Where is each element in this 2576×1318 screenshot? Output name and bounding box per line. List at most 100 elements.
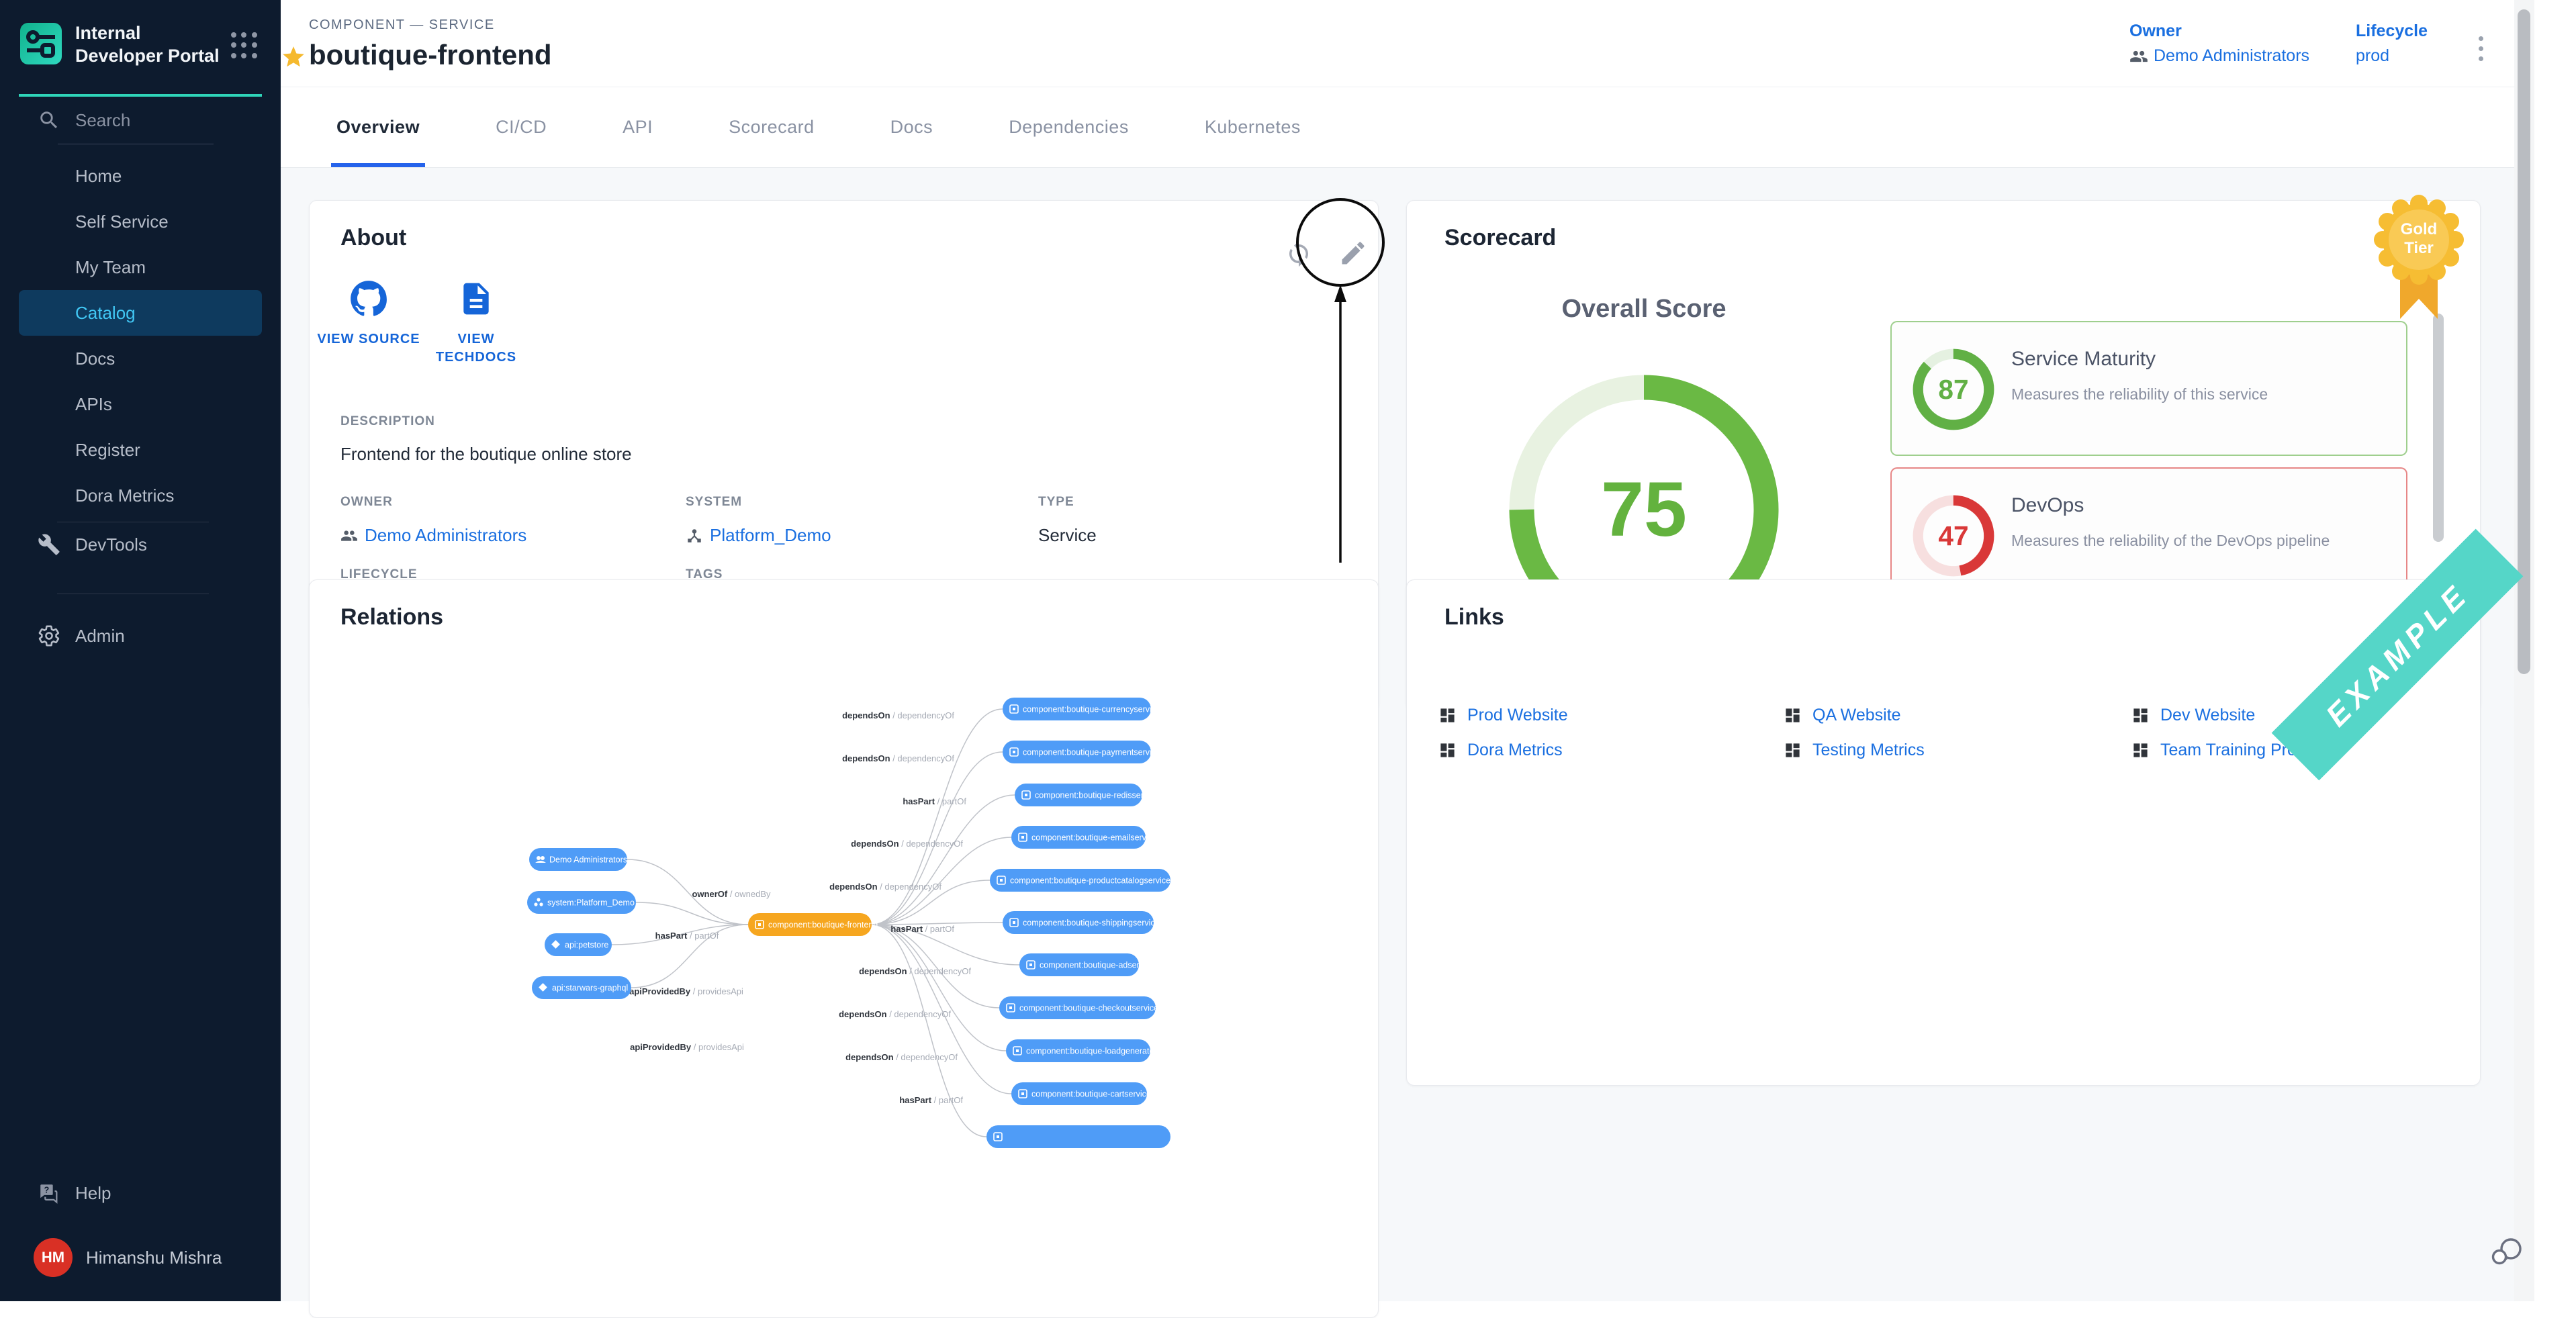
graph-node-component-boutique-checkoutservice[interactable]: component:boutique-checkoutservice: [999, 996, 1158, 1019]
graph-node-component-boutique-productcatalogservice[interactable]: component:boutique-productcatalogservice: [990, 869, 1170, 892]
brand-name: Internal Developer Portal: [75, 21, 230, 67]
graph-node-label: component:boutique-frontend: [768, 921, 878, 930]
edit-pencil-icon[interactable]: [1338, 238, 1368, 268]
owner-field-link[interactable]: Demo Administrators: [340, 525, 526, 546]
search-placeholder: Search: [75, 110, 130, 131]
tab-kubernetes[interactable]: Kubernetes: [1205, 87, 1301, 167]
view-source-button[interactable]: VIEW SOURCE: [315, 280, 422, 348]
metric-tile-service-maturity[interactable]: 87Service MaturityMeasures the reliabili…: [1890, 321, 2407, 456]
tab-docs[interactable]: Docs: [890, 87, 933, 167]
description-label: DESCRIPTION: [340, 414, 435, 429]
graph-node-component-boutique-cartservice[interactable]: component:boutique-cartservice: [1011, 1082, 1151, 1105]
sidebar-item-my-team[interactable]: My Team: [19, 244, 262, 290]
sidebar-item-catalog[interactable]: Catalog: [19, 290, 262, 336]
link-dora-metrics[interactable]: Dora Metrics: [1438, 733, 1784, 767]
edge-label: ownerOf / ownedBy: [692, 889, 771, 899]
brand-row: Internal Developer Portal: [20, 20, 262, 74]
favorite-star-icon[interactable]: [281, 44, 306, 70]
graph-node-label: api:starwars-graphql: [552, 984, 628, 993]
graph-node-component-boutique-emailservice[interactable]: component:boutique-emailservice: [1011, 826, 1157, 849]
sidebar-item-docs[interactable]: Docs: [19, 336, 262, 381]
view-techdocs-label: VIEW TECHDOCS: [422, 330, 530, 367]
dashboard-icon: [1784, 706, 1802, 724]
more-options-kebab-icon[interactable]: [2467, 30, 2494, 67]
graph-node[interactable]: [986, 1125, 1170, 1148]
edge-label: apiProvidedBy / providesApi: [630, 1042, 744, 1052]
sidebar-item-admin[interactable]: Admin: [19, 616, 262, 655]
graph-node-component-boutique-adservice[interactable]: component:boutique-adservice: [1019, 953, 1154, 976]
graph-node-label: component:boutique-checkoutservice: [1019, 1004, 1158, 1013]
system-field-label: SYSTEM: [686, 495, 742, 510]
edge-label: hasPart / partOf: [899, 1095, 963, 1105]
link-prod-website[interactable]: Prod Website: [1438, 698, 1784, 733]
graph-node-label: component:boutique-loadgenerator: [1026, 1047, 1157, 1056]
graph-node-component-boutique-paymentservice[interactable]: component:boutique-paymentservice: [1003, 741, 1160, 763]
tab-dependencies[interactable]: Dependencies: [1009, 87, 1129, 167]
view-techdocs-button[interactable]: VIEW TECHDOCS: [422, 280, 530, 367]
group-icon: [2129, 47, 2148, 66]
graph-node-label: component:boutique-redisservice: [1035, 791, 1158, 800]
page-title: boutique-frontend: [309, 39, 552, 71]
graph-node-api-petstore[interactable]: api:petstore: [545, 933, 612, 956]
refresh-icon[interactable]: [1285, 240, 1313, 268]
dashboard-icon: [1438, 741, 1457, 759]
portal-logo-glyph: [20, 23, 62, 64]
vertical-scrollbar-thumb[interactable]: [2433, 314, 2444, 542]
graph-node-api-starwars-graphql[interactable]: api:starwars-graphql: [532, 976, 631, 999]
sidebar-item-label: Admin: [75, 626, 125, 647]
github-icon: [350, 280, 387, 318]
owner-value: Demo Administrators: [2154, 46, 2309, 66]
dashboard-icon: [2131, 741, 2150, 759]
sidebar-item-home[interactable]: Home: [19, 153, 262, 199]
sidebar-item-register[interactable]: Register: [19, 427, 262, 473]
header-lifecycle: Lifecycle prod: [2356, 21, 2428, 66]
edge-label: dependsOn / dependencyOf: [859, 966, 971, 976]
edge-label: dependsOn / dependencyOf: [839, 1009, 951, 1019]
graph-node-component-boutique-loadgenerator[interactable]: component:boutique-loadgenerator: [1006, 1039, 1157, 1062]
edge-label: hasPart / partOf: [655, 931, 719, 941]
sidebar-item-apis[interactable]: APIs: [19, 381, 262, 427]
sidebar-item-devtools[interactable]: DevTools: [19, 525, 262, 564]
owner-field-label: OWNER: [340, 495, 393, 510]
graph-node-label: system:Platform_Demo: [547, 898, 635, 908]
sidebar-item-self-service[interactable]: Self Service: [19, 199, 262, 244]
system-field-value: Platform_Demo: [710, 525, 831, 546]
tab-overview[interactable]: Overview: [336, 87, 420, 167]
apps-grid-icon[interactable]: [231, 32, 258, 59]
user-menu[interactable]: HM Himanshu Mishra: [19, 1234, 262, 1281]
tab-ci-cd[interactable]: CI/CD: [496, 87, 547, 167]
metric-name: DevOps: [2011, 494, 2084, 517]
sidebar-item-dora-metrics[interactable]: Dora Metrics: [19, 473, 262, 518]
sidebar: Internal Developer Portal Search HomeSel…: [0, 0, 281, 1301]
tab-scorecard[interactable]: Scorecard: [729, 87, 815, 167]
system-field-link[interactable]: Platform_Demo: [686, 525, 831, 546]
link-qa-website[interactable]: QA Website: [1784, 698, 2131, 733]
sidebar-item-help[interactable]: ? Help: [19, 1174, 262, 1213]
portal-logo-icon[interactable]: [20, 23, 62, 64]
graph-node-label: component:boutique-paymentservice: [1023, 748, 1160, 757]
link-testing-metrics[interactable]: Testing Metrics: [1784, 733, 2131, 767]
tab-api[interactable]: API: [623, 87, 653, 167]
edge-label: hasPart / partOf: [890, 924, 954, 934]
graph-node-demo-administrators[interactable]: Demo Administrators: [529, 848, 627, 871]
edge-label: dependsOn / dependencyOf: [829, 882, 941, 892]
metric-name: Service Maturity: [2011, 348, 2156, 371]
dashboard-icon: [1438, 706, 1457, 724]
graph-node-component-boutique-currencyservice[interactable]: component:boutique-currencyservice: [1003, 698, 1160, 720]
chat-bubbles-icon[interactable]: [2489, 1234, 2526, 1272]
graph-node-component-boutique-shippingservice[interactable]: component:boutique-shippingservice: [1003, 911, 1160, 934]
graph-node-system-platform-demo[interactable]: system:Platform_Demo: [527, 891, 636, 914]
view-source-label: VIEW SOURCE: [315, 330, 422, 348]
owner-link[interactable]: Demo Administrators: [2129, 46, 2309, 66]
graph-node-label: Demo Administrators: [549, 855, 627, 865]
link-label: Dora Metrics: [1467, 741, 1563, 760]
relations-graph[interactable]: ownerOf / ownedBy hasPart / partOf apiProv…: [310, 580, 1379, 1318]
sidebar-item-label: Help: [75, 1183, 111, 1204]
graph-node-component-boutique-redisservice[interactable]: component:boutique-redisservice: [1015, 784, 1158, 806]
lifecycle-label: Lifecycle: [2356, 21, 2428, 41]
main-area: COMPONENT — SERVICE boutique-frontend Ow…: [281, 0, 2514, 1301]
metric-ring: 87: [1909, 345, 1998, 434]
link-label: Prod Website: [1467, 706, 1568, 725]
graph-node-component-boutique-frontend[interactable]: component:boutique-frontend: [748, 913, 878, 936]
search-input[interactable]: Search: [19, 101, 262, 140]
